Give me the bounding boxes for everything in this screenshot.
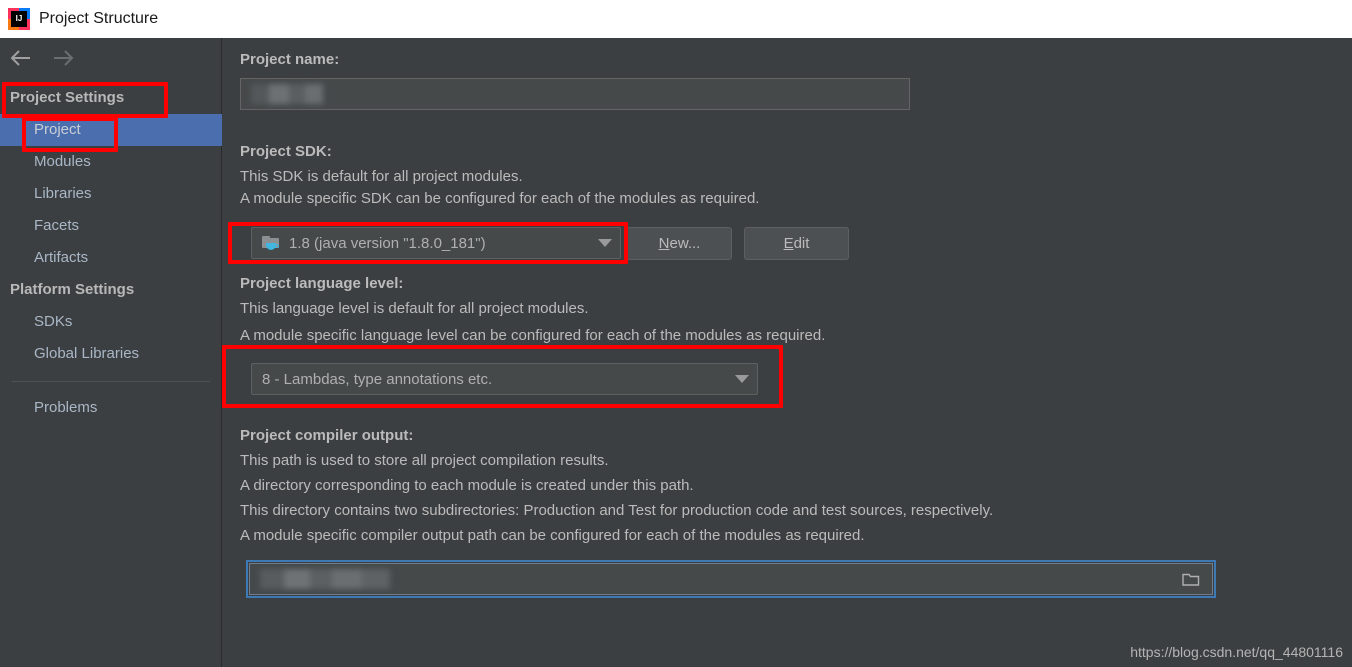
edit-sdk-button-label: dit [793, 235, 810, 252]
edit-sdk-button[interactable]: Edit [744, 227, 849, 260]
forward-arrow-icon[interactable] [50, 46, 76, 70]
window-title-bar: IJ Project Structure [0, 0, 1352, 38]
project-name-input[interactable] [240, 78, 910, 110]
project-sdk-combobox-value-wrap: 1.8 (java version "1.8.0_181") [262, 235, 590, 252]
intellij-idea-logo-icon: IJ [8, 8, 30, 30]
new-sdk-button[interactable]: New... [627, 227, 732, 260]
sidebar-item-libraries[interactable]: Libraries [0, 178, 222, 210]
sidebar-item-facets[interactable]: Facets [0, 210, 222, 242]
project-sdk-label: Project SDK: [240, 143, 332, 160]
language-level-combobox-value-wrap: 8 - Lambdas, type annotations etc. [262, 371, 727, 388]
language-level-combobox[interactable]: 8 - Lambdas, type annotations etc. [251, 363, 758, 395]
project-name-redacted-value [251, 84, 323, 104]
window-title: Project Structure [39, 10, 159, 27]
java-sdk-folder-icon [262, 235, 281, 252]
project-sdk-combobox[interactable]: 1.8 (java version "1.8.0_181") [251, 227, 621, 259]
chevron-down-icon [598, 239, 612, 247]
compiler-output-desc-1: This path is used to store all project c… [240, 452, 609, 469]
blog-watermark: https://blog.csdn.net/qq_44801116 [1130, 644, 1343, 660]
sidebar-item-problems[interactable]: Problems [0, 392, 222, 424]
sidebar-item-artifacts[interactable]: Artifacts [0, 242, 222, 274]
compiler-output-label: Project compiler output: [240, 427, 414, 444]
sidebar-divider [12, 381, 210, 382]
settings-sidebar: Project Settings Project Modules Librari… [0, 38, 222, 667]
edit-sdk-button-mnemonic: E [783, 235, 794, 252]
compiler-output-desc-4: A module specific compiler output path c… [240, 527, 865, 544]
new-sdk-button-mnemonic: N [658, 235, 670, 252]
project-sdk-desc-1: This SDK is default for all project modu… [240, 168, 523, 185]
chevron-down-icon [735, 375, 749, 383]
project-structure-dialog: IJ Project Structure Project Settings Pr… [0, 0, 1352, 667]
sidebar-group-platform-settings: Platform Settings [10, 281, 135, 298]
settings-tree: Project Settings Project Modules Librari… [0, 82, 222, 424]
new-sdk-button-label: ew... [669, 235, 701, 252]
language-level-combobox-value: 8 - Lambdas, type annotations etc. [262, 370, 493, 388]
compiler-output-path-input[interactable] [246, 560, 1216, 598]
sidebar-item-project[interactable]: Project [0, 114, 222, 146]
language-level-desc-1: This language level is default for all p… [240, 300, 589, 317]
compiler-output-desc-2: A directory corresponding to each module… [240, 477, 694, 494]
back-arrow-icon[interactable] [8, 46, 34, 70]
language-level-label: Project language level: [240, 275, 404, 292]
sidebar-item-modules[interactable]: Modules [0, 146, 222, 178]
sidebar-item-global-libraries[interactable]: Global Libraries [0, 338, 222, 370]
project-name-label: Project name: [240, 51, 340, 68]
sidebar-group-project-settings: Project Settings [10, 89, 125, 106]
compiler-output-desc-3: This directory contains two subdirectori… [240, 502, 994, 519]
compiler-output-redacted-value [260, 569, 390, 589]
project-settings-panel: Project name: Project SDK: This SDK is d… [223, 38, 1352, 667]
logo-text: IJ [11, 11, 27, 27]
navigation-arrows [8, 46, 76, 70]
project-sdk-desc-2: A module specific SDK can be configured … [240, 190, 760, 207]
sidebar-item-sdks[interactable]: SDKs [0, 306, 222, 338]
project-sdk-combobox-value: 1.8 (java version "1.8.0_181") [289, 234, 486, 252]
folder-browse-icon[interactable] [1182, 572, 1200, 587]
language-level-desc-2: A module specific language level can be … [240, 327, 826, 344]
